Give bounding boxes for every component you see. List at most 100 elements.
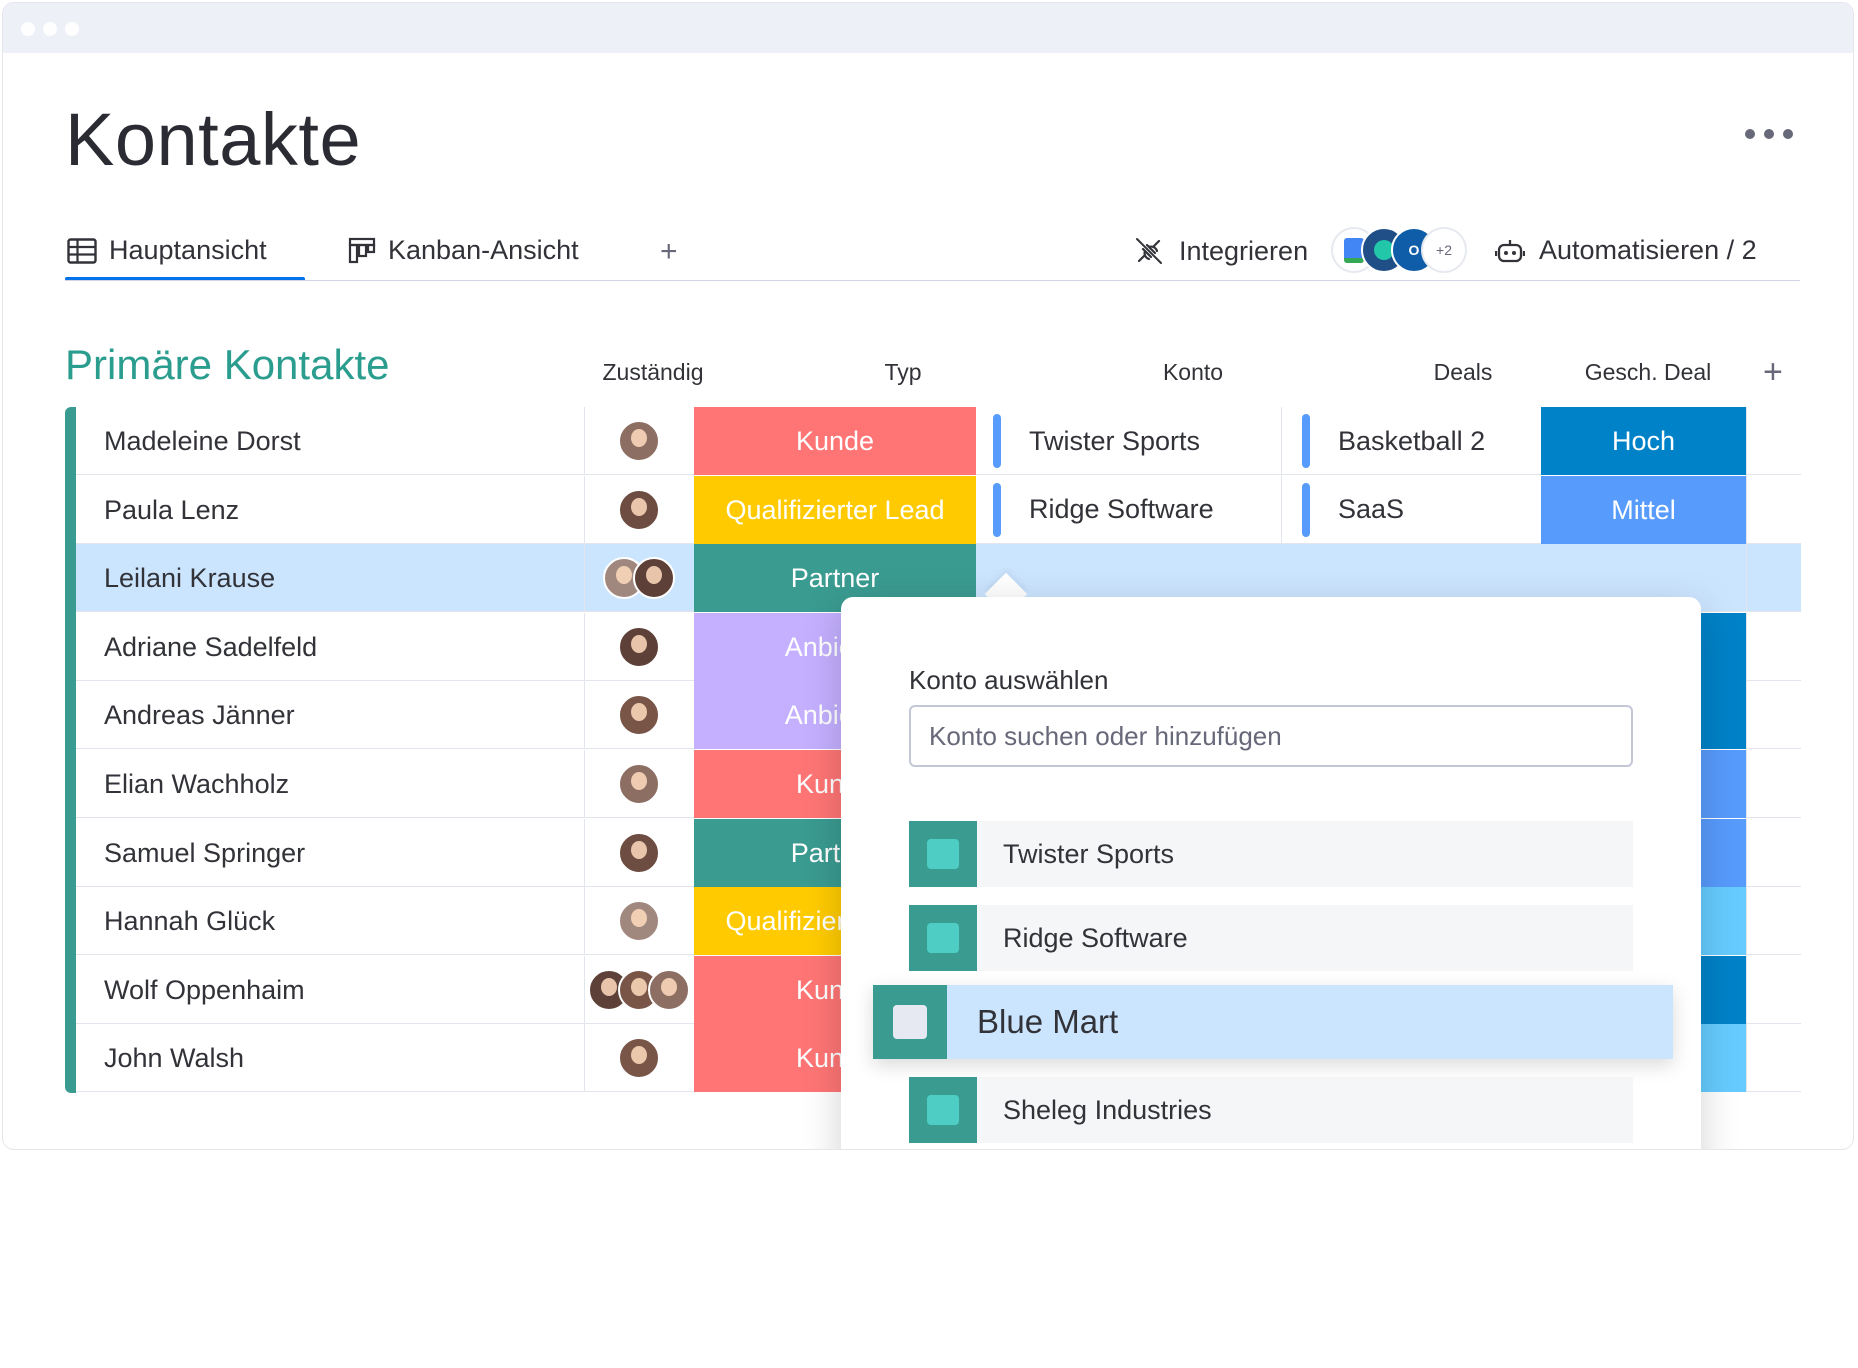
checkbox-icon[interactable] <box>893 1005 927 1039</box>
page-title: Kontakte <box>65 98 362 181</box>
avatar <box>618 763 660 805</box>
owner-cell[interactable] <box>584 476 694 544</box>
color-swatch <box>909 905 977 971</box>
account-search-input[interactable] <box>909 705 1633 767</box>
more-options-icon[interactable] <box>1745 129 1793 139</box>
checkbox-icon[interactable] <box>927 1095 959 1125</box>
option-label: Blue Mart <box>977 1003 1119 1040</box>
column-header-owner[interactable]: Zuständig <box>593 359 713 386</box>
checkbox-icon[interactable] <box>927 923 959 953</box>
avatar <box>633 557 675 600</box>
deal-cell[interactable]: SaaS <box>1290 476 1538 544</box>
add-column-button[interactable]: + <box>1763 353 1783 392</box>
contact-name[interactable]: Samuel Springer <box>104 819 305 887</box>
column-header-account[interactable]: Konto <box>1043 359 1343 386</box>
account-option[interactable]: Blue Mart <box>873 985 1673 1059</box>
linked-item-marker <box>993 414 1001 468</box>
owner-cell[interactable] <box>584 681 694 749</box>
contact-name[interactable]: Paula Lenz <box>104 476 239 544</box>
window-dot <box>21 22 35 36</box>
contact-name[interactable]: Hannah Glück <box>104 887 275 955</box>
type-status[interactable]: Kunde <box>694 407 976 475</box>
account-picker-popup: Konto auswählen Twister Sports Ridge Soft… <box>841 597 1701 1149</box>
avatar <box>618 900 660 943</box>
contact-name[interactable]: Leilani Krause <box>104 544 275 612</box>
integrate-button[interactable]: Integrieren <box>1133 235 1308 267</box>
owner-cell[interactable] <box>584 407 694 475</box>
tab-kanban-ansicht[interactable]: Kanban-Ansicht <box>348 235 579 266</box>
deal-priority-status[interactable]: Hoch <box>1541 407 1746 475</box>
more-apps-badge: +2 <box>1421 227 1467 273</box>
contact-name[interactable]: John Walsh <box>104 1024 244 1092</box>
linked-item-marker <box>1302 482 1310 537</box>
column-header-type[interactable]: Typ <box>763 359 1043 386</box>
integration-apps[interactable]: O +2 <box>1331 227 1471 277</box>
contact-name[interactable]: Elian Wachholz <box>104 750 289 818</box>
popup-label: Konto auswählen <box>909 665 1109 695</box>
robot-icon <box>1495 239 1525 262</box>
table-row[interactable]: Paula Lenz Qualifizierter Lead Ridge Softw… <box>76 475 1801 544</box>
plug-icon <box>1136 238 1162 264</box>
color-swatch <box>909 1077 977 1143</box>
cell-divider <box>1746 681 1747 750</box>
account-name: Twister Sports <box>1029 425 1201 456</box>
avatar <box>618 420 660 462</box>
option-label: Twister Sports <box>1003 839 1175 869</box>
owner-cell[interactable] <box>584 613 694 681</box>
column-header-deal-priority[interactable]: Gesch. Deal <box>1548 359 1748 386</box>
owner-cell[interactable] <box>584 750 694 818</box>
account-option[interactable]: Sheleg Industries <box>909 1077 1633 1143</box>
type-status[interactable]: Qualifizierter Lead <box>694 475 976 544</box>
group-color-bar <box>65 407 76 1093</box>
owner-cell[interactable] <box>584 1024 694 1092</box>
account-option[interactable]: Ridge Software <box>909 905 1633 971</box>
window-titlebar <box>3 3 1853 53</box>
deal-name: SaaS <box>1338 494 1405 525</box>
cell-divider <box>1746 887 1747 956</box>
account-cell[interactable]: Ridge Software <box>981 476 1281 544</box>
cell-divider <box>1746 544 1747 613</box>
account-name: Ridge Software <box>1029 494 1214 525</box>
linked-item-marker <box>1302 414 1310 468</box>
automate-button[interactable]: Automatisieren / 2 <box>1495 235 1757 266</box>
cell-divider <box>1746 818 1747 887</box>
tab-hauptansicht[interactable]: Hauptansicht <box>67 235 267 266</box>
cell-divider <box>1281 407 1282 475</box>
checkbox-icon[interactable] <box>927 839 959 869</box>
cell-divider <box>1746 475 1747 544</box>
owner-cell[interactable] <box>584 887 694 955</box>
deal-priority-status[interactable]: Mittel <box>1541 475 1746 544</box>
contact-name[interactable]: Andreas Jänner <box>104 681 295 749</box>
group-title[interactable]: Primäre Kontakte <box>65 341 389 389</box>
table-icon <box>67 237 97 264</box>
cell-divider <box>1746 955 1747 1024</box>
add-view-button[interactable]: + <box>660 235 678 269</box>
deal-name: Basketball 2 <box>1338 425 1486 456</box>
avatar <box>618 625 660 668</box>
table-row[interactable]: Madeleine Dorst Kunde Twister Sports Basket… <box>76 407 1801 475</box>
avatar <box>618 1037 660 1080</box>
account-option[interactable]: Twister Sports <box>909 821 1633 887</box>
tab-label: Kanban-Ansicht <box>388 235 579 265</box>
contact-name[interactable]: Madeleine Dorst <box>104 407 301 475</box>
tab-label: Hauptansicht <box>109 235 267 265</box>
owner-cell[interactable] <box>584 544 694 612</box>
integrate-label: Integrieren <box>1179 235 1309 266</box>
owner-cell[interactable] <box>584 956 694 1024</box>
app-window: Kontakte Hauptansicht Kanban-Ansicht + I… <box>2 2 1854 1150</box>
cell-divider <box>1746 1024 1747 1093</box>
contact-name[interactable]: Wolf Oppenhaim <box>104 956 305 1024</box>
contact-name[interactable]: Adriane Sadelfeld <box>104 613 317 681</box>
owner-cell[interactable] <box>584 819 694 887</box>
tabs-divider <box>65 280 1800 281</box>
avatar <box>618 831 660 874</box>
option-label: Ridge Software <box>1003 923 1188 953</box>
cell-divider <box>1281 475 1282 544</box>
kanban-icon <box>348 237 376 263</box>
deal-cell[interactable]: Basketball 2 <box>1290 407 1538 475</box>
window-dot <box>65 22 79 36</box>
avatar <box>648 968 690 1011</box>
avatar <box>618 488 660 531</box>
account-cell[interactable]: Twister Sports <box>981 407 1281 475</box>
option-label: Sheleg Industries <box>1003 1095 1212 1125</box>
